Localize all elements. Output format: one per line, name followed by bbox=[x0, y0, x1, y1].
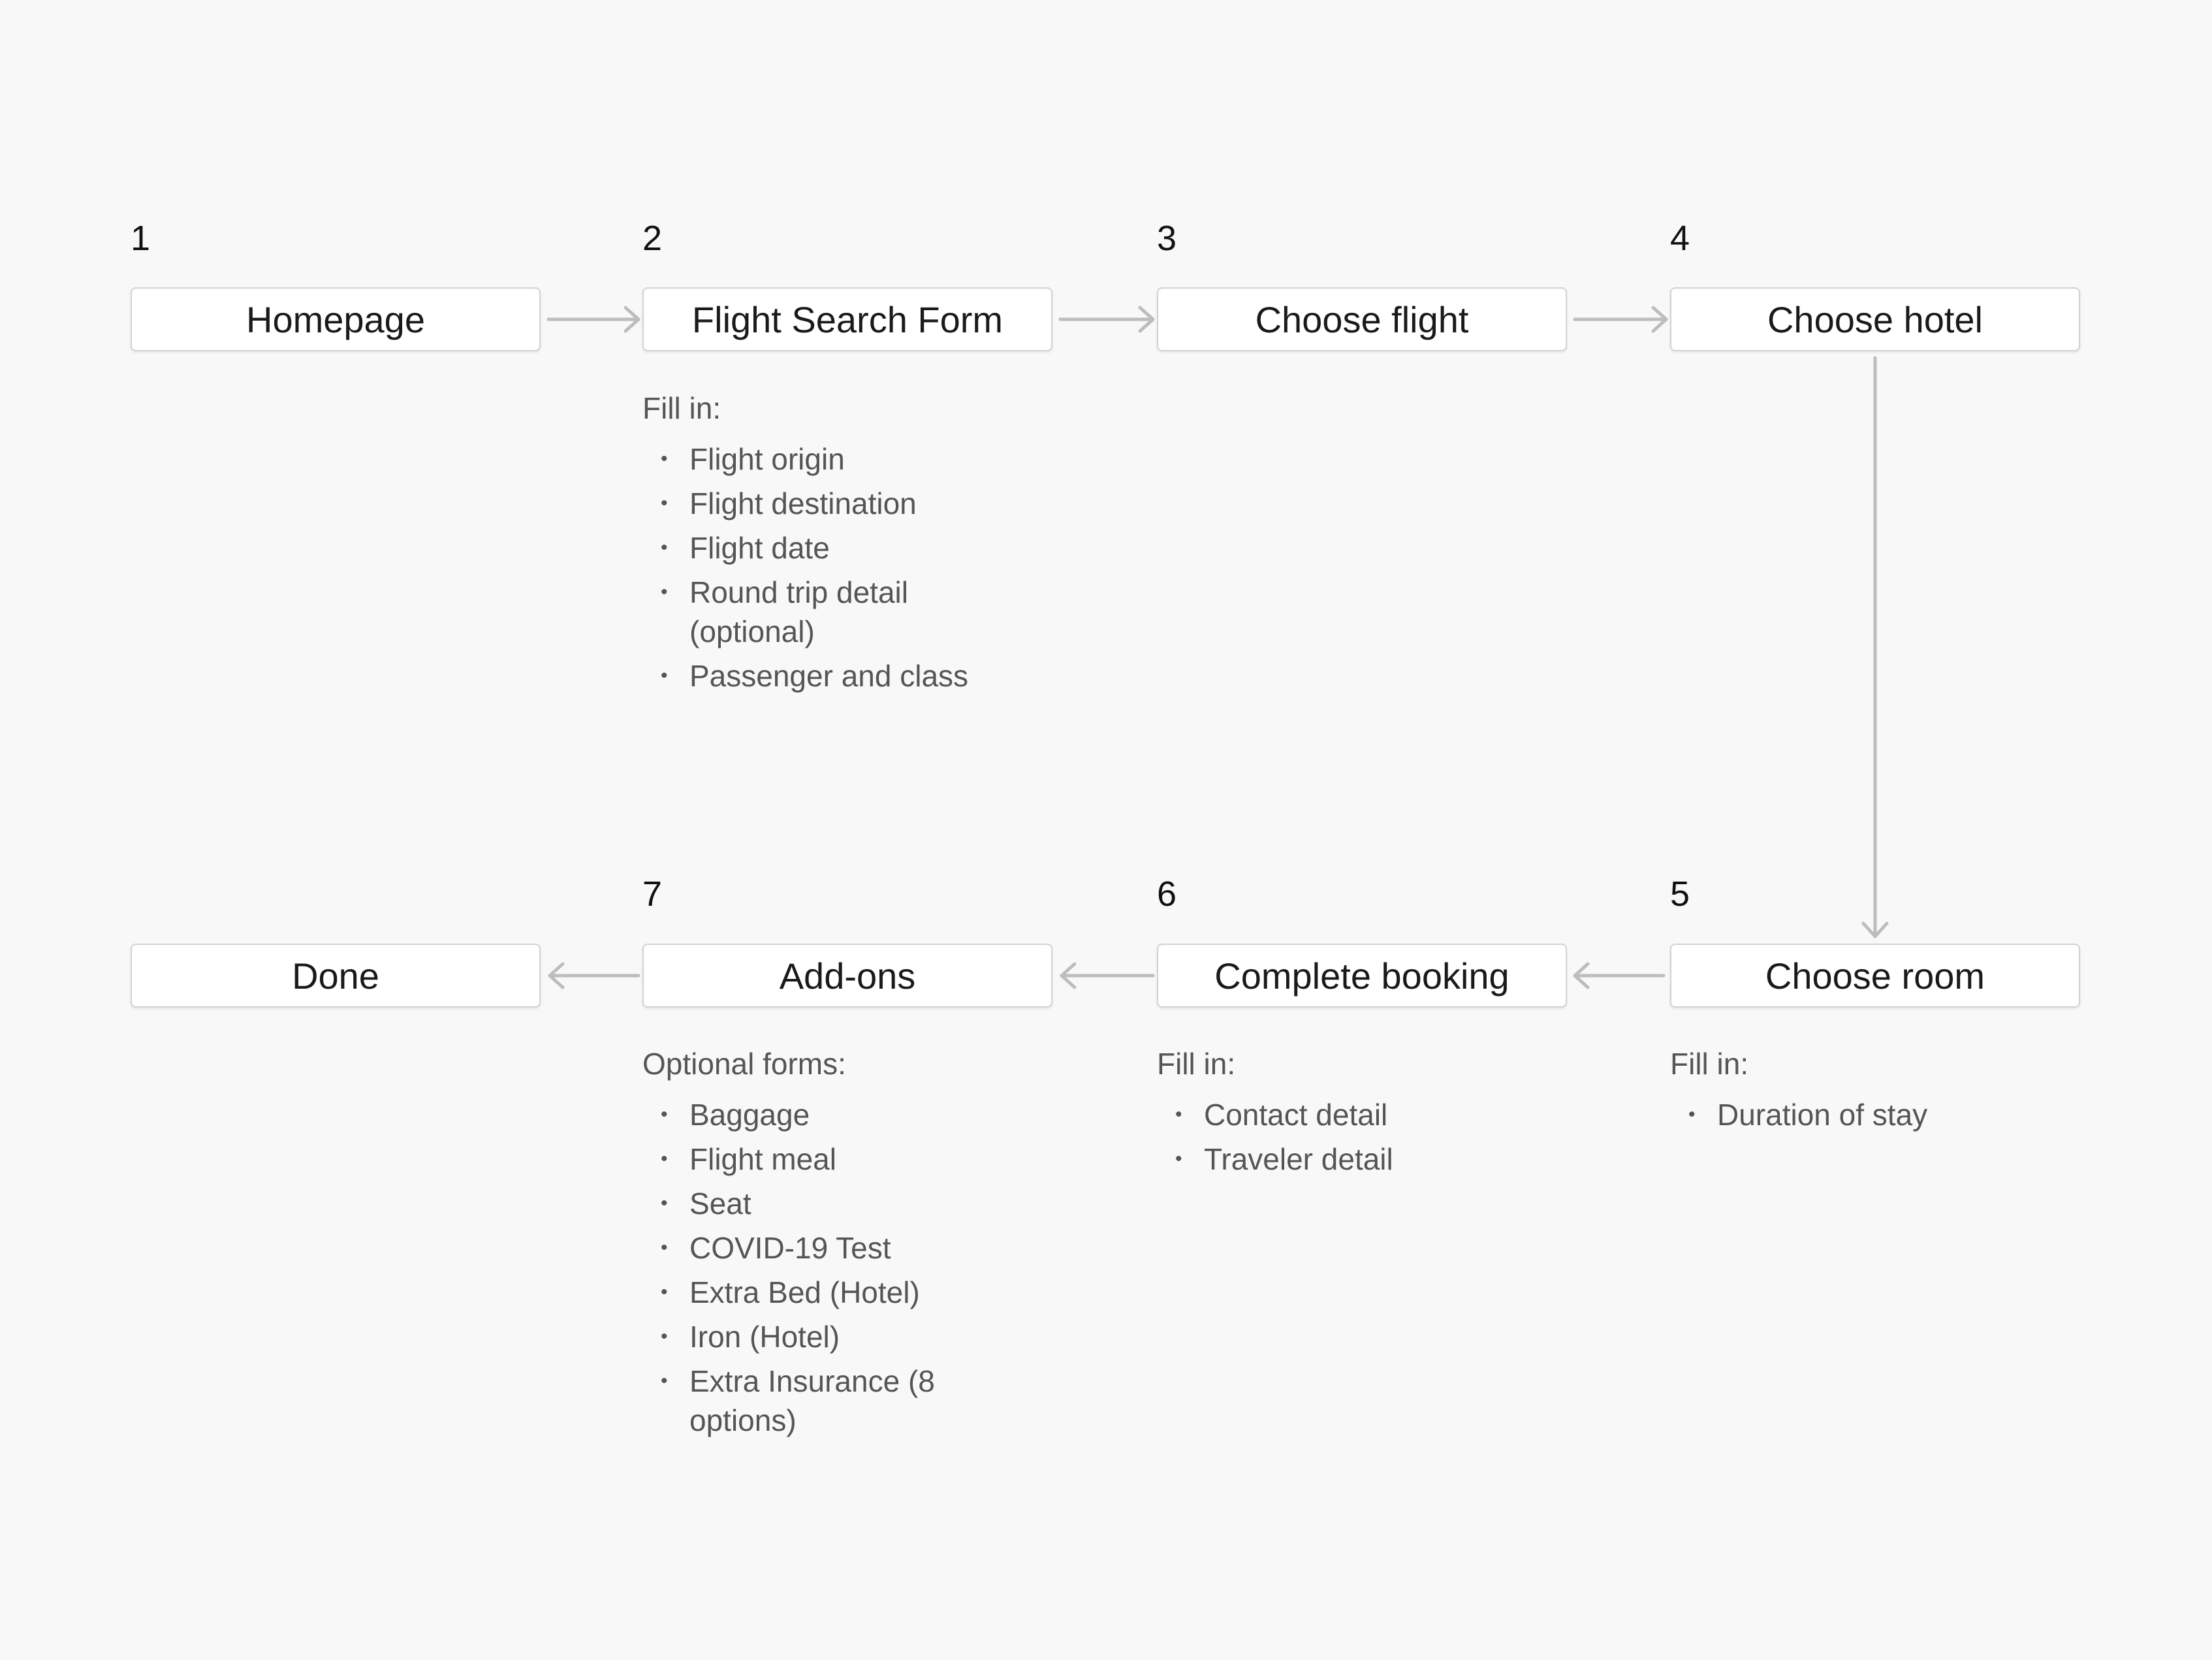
step-box-choose-hotel: Choose hotel bbox=[1670, 287, 2080, 351]
step-box-add-ons: Add-ons bbox=[642, 944, 1052, 1008]
list-item: Flight meal bbox=[642, 1140, 1060, 1179]
step-number-3: 3 bbox=[1157, 219, 1177, 258]
note-add-ons: Optional forms: Baggage Flight meal Seat… bbox=[642, 1046, 1060, 1445]
list-item: Extra Bed (Hotel) bbox=[642, 1273, 1060, 1312]
step-box-homepage: Homepage bbox=[131, 287, 541, 351]
list-item: Iron (Hotel) bbox=[642, 1317, 1060, 1356]
step-number-5: 5 bbox=[1670, 874, 1690, 914]
step-box-done: Done bbox=[131, 944, 541, 1008]
list-item: Extra Insurance (8 options) bbox=[642, 1362, 951, 1440]
note-heading: Fill in: bbox=[1157, 1047, 1236, 1081]
note-list: Duration of stay bbox=[1670, 1095, 2088, 1134]
note-list: Contact detail Traveler detail bbox=[1157, 1095, 1575, 1179]
step-box-choose-room: Choose room bbox=[1670, 944, 2080, 1008]
list-item: Baggage bbox=[642, 1095, 1060, 1134]
step-box-complete-booking: Complete booking bbox=[1157, 944, 1567, 1008]
step-number-6: 6 bbox=[1157, 874, 1177, 914]
note-heading: Fill in: bbox=[642, 391, 721, 425]
list-item: Contact detail bbox=[1157, 1095, 1575, 1134]
list-item: Seat bbox=[642, 1184, 1060, 1223]
note-flight-search: Fill in: Flight origin Flight destinatio… bbox=[642, 391, 1060, 701]
note-list: Baggage Flight meal Seat COVID-19 Test E… bbox=[642, 1095, 1060, 1440]
list-item: Flight date bbox=[642, 528, 1060, 567]
list-item: Passenger and class bbox=[642, 656, 1060, 695]
step-number-1: 1 bbox=[131, 219, 151, 258]
step-box-flight-search-form: Flight Search Form bbox=[642, 287, 1052, 351]
step-number-4: 4 bbox=[1670, 219, 1690, 258]
list-item: Traveler detail bbox=[1157, 1140, 1575, 1179]
list-item: Round trip detail (optional) bbox=[642, 573, 964, 651]
note-heading: Optional forms: bbox=[642, 1047, 846, 1081]
note-choose-room: Fill in: Duration of stay bbox=[1670, 1046, 2088, 1140]
step-number-7: 7 bbox=[642, 874, 663, 914]
note-complete-booking: Fill in: Contact detail Traveler detail bbox=[1157, 1046, 1575, 1184]
step-number-2: 2 bbox=[642, 219, 663, 258]
step-box-choose-flight: Choose flight bbox=[1157, 287, 1567, 351]
flow-diagram: 1 2 3 4 5 6 7 Homepage Flight Search For… bbox=[0, 0, 2212, 1660]
flow-arrows bbox=[546, 306, 1889, 989]
list-item: COVID-19 Test bbox=[642, 1228, 1060, 1268]
note-heading: Fill in: bbox=[1670, 1047, 1749, 1081]
list-item: Duration of stay bbox=[1670, 1095, 2088, 1134]
list-item: Flight destination bbox=[642, 484, 1060, 523]
note-list: Flight origin Flight destination Flight … bbox=[642, 439, 1060, 695]
list-item: Flight origin bbox=[642, 439, 1060, 479]
